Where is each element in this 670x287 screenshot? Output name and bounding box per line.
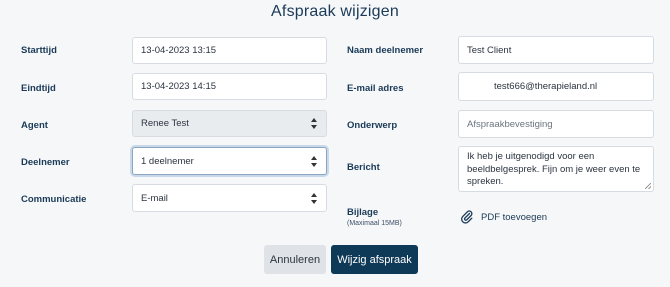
communicatie-label: Communicatie: [21, 194, 87, 205]
communicatie-select[interactable]: E-mail: [132, 184, 327, 212]
cancel-button[interactable]: Annuleren: [264, 245, 326, 274]
pdf-toevoegen-label: PDF toevoegen: [481, 211, 548, 223]
select-caret-icon: [311, 192, 318, 204]
select-caret-icon: [311, 155, 318, 167]
email-value: test666@therapieland.nl: [494, 81, 598, 92]
deelnemer-label: Deelnemer: [21, 157, 70, 168]
bericht-label: Bericht: [347, 162, 380, 173]
starttijd-input[interactable]: 13-04-2023 13:15: [132, 37, 327, 64]
naam-label: Naam deelnemer: [347, 45, 424, 56]
naam-value: Test Client: [467, 44, 512, 56]
eindtijd-input[interactable]: 13-04-2023 14:15: [132, 73, 327, 100]
eindtijd-label: Eindtijd: [21, 83, 56, 94]
deelnemer-value: 1 deelnemer: [141, 155, 194, 167]
onderwerp-label: Onderwerp: [347, 120, 398, 131]
starttijd-label: Starttijd: [21, 45, 57, 56]
bijlage-sublabel: (Maximaal 15MB): [347, 220, 402, 227]
paperclip-icon: [461, 210, 473, 224]
bijlage-label: Bijlage: [347, 207, 379, 218]
deelnemer-select[interactable]: 1 deelnemer: [132, 147, 327, 175]
onderwerp-placeholder: Afspraakbevestiging: [467, 118, 553, 130]
communicatie-value: E-mail: [141, 192, 168, 204]
agent-select[interactable]: Renee Test: [132, 110, 327, 137]
starttijd-value: 13-04-2023 13:15: [141, 45, 217, 56]
submit-button[interactable]: Wijzig afspraak: [331, 245, 418, 274]
bericht-textarea[interactable]: Ik heb je uitgenodigd voor een beeldbelg…: [458, 146, 654, 192]
agent-label: Agent: [21, 120, 48, 131]
onderwerp-input[interactable]: Afspraakbevestiging: [458, 110, 654, 138]
email-label: E-mail adres: [347, 83, 404, 94]
select-caret-icon: [311, 118, 318, 129]
agent-value: Renee Test: [141, 118, 189, 129]
email-input[interactable]: test666@therapieland.nl: [458, 72, 654, 101]
dialog-title: Afspraak wijzigen: [271, 3, 399, 20]
pdf-toevoegen-link[interactable]: PDF toevoegen: [461, 210, 547, 224]
naam-input[interactable]: Test Client: [458, 36, 654, 64]
eindtijd-value: 13-04-2023 14:15: [141, 81, 217, 92]
bericht-value: Ik heb je uitgenodigd voor een beeldbelg…: [467, 151, 641, 187]
resize-handle[interactable]: [645, 183, 651, 189]
